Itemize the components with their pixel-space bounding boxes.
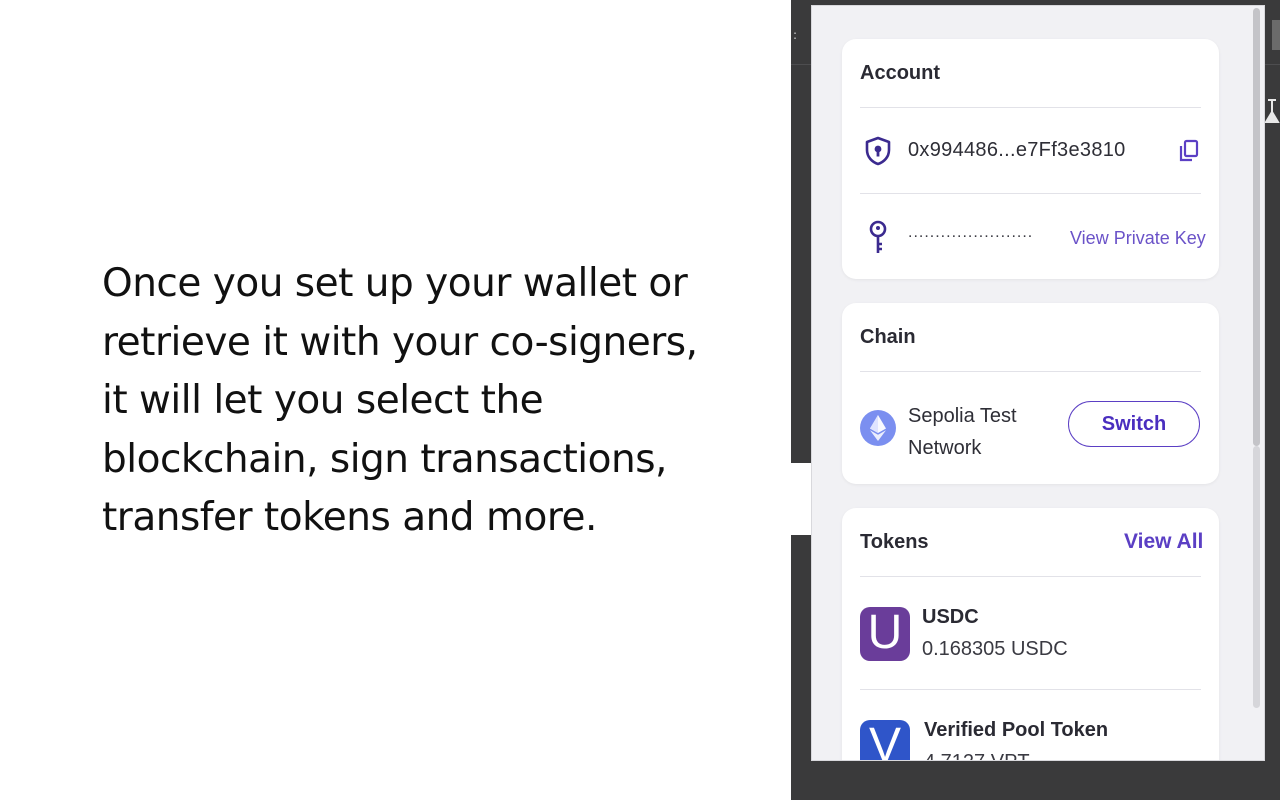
token-amount: 4.7127 VPT <box>924 751 1030 760</box>
account-title: Account <box>860 62 940 84</box>
account-divider-1 <box>860 107 1201 108</box>
tokens-divider-2 <box>860 689 1201 690</box>
shield-keyhole-icon <box>865 136 891 166</box>
caption-line-2: retrieve it with your co-signers, <box>102 319 698 365</box>
account-address: 0x994486...e7Ff3e3810 <box>908 139 1126 161</box>
tokens-card: Tokens View All U USDC 0.168305 USDC V V… <box>842 508 1219 760</box>
caption-line-5: transfer tokens and more. <box>102 495 597 540</box>
network-name-line-2: Network <box>908 437 982 459</box>
cursor-icon <box>1264 99 1280 123</box>
chain-card: Chain Sepolia Test Network Switch <box>842 303 1219 484</box>
caption-line-1: Once you set up your wallet or <box>102 261 688 306</box>
tokens-divider-1 <box>860 576 1201 577</box>
chain-divider <box>860 371 1201 372</box>
ethereum-icon <box>860 410 896 446</box>
popup-scrollbar-thumb[interactable] <box>1253 8 1260 446</box>
background-dots: : <box>793 28 798 42</box>
copy-icon[interactable] <box>1178 139 1200 163</box>
popup-scrollbar[interactable] <box>1250 6 1264 760</box>
tokens-title: Tokens <box>860 531 929 553</box>
browser-scroll-indicator <box>1272 20 1280 50</box>
private-key-masked: ....................... <box>908 224 1034 241</box>
view-private-key-link[interactable]: View Private Key <box>1070 228 1206 249</box>
token-amount: 0.168305 USDC <box>922 638 1068 660</box>
key-icon <box>869 220 887 253</box>
token-name: USDC <box>922 606 979 628</box>
popup-scrollbar-lower <box>1253 446 1260 708</box>
account-divider-2 <box>860 193 1201 194</box>
vpt-token-logo: V <box>860 720 910 760</box>
network-name-line-1: Sepolia Test <box>908 405 1017 427</box>
caption-text: Once you set up your wallet or retrieve … <box>102 255 742 548</box>
network-name: Sepolia Test Network <box>908 400 1017 464</box>
page-edge <box>791 463 812 535</box>
account-card: Account 0x994486...e7Ff3e3810 ..........… <box>842 39 1219 279</box>
view-all-tokens-link[interactable]: View All <box>1124 530 1203 554</box>
caption-line-4: blockchain, sign transactions, <box>102 436 667 482</box>
caption-line-3: it will let you select the <box>102 378 544 423</box>
chain-title: Chain <box>860 326 916 348</box>
switch-network-button[interactable]: Switch <box>1068 401 1200 447</box>
usdc-token-logo: U <box>860 607 910 661</box>
token-name: Verified Pool Token <box>924 719 1109 741</box>
wallet-popup: Account 0x994486...e7Ff3e3810 ..........… <box>812 6 1264 760</box>
